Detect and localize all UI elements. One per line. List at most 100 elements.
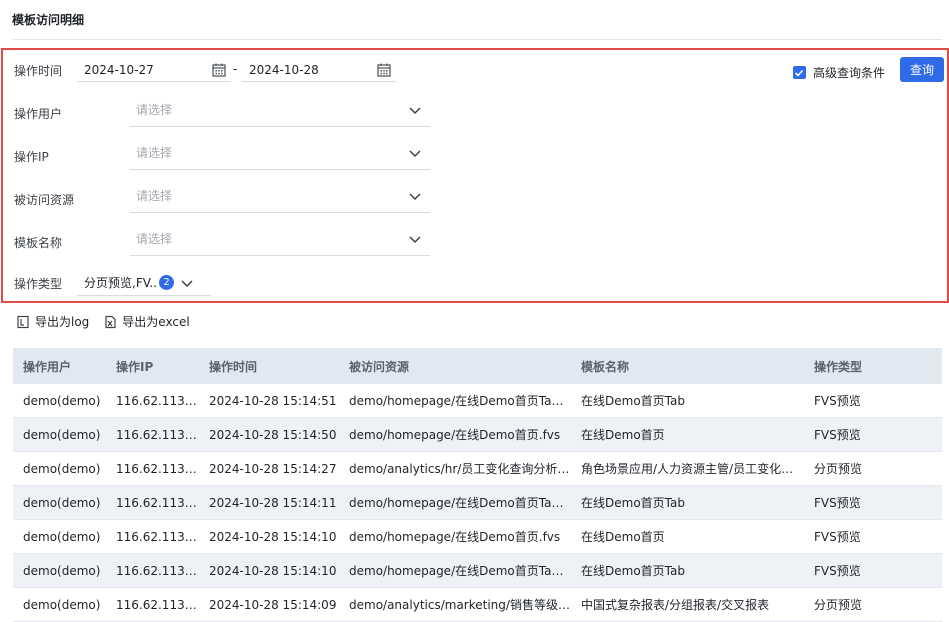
query-button[interactable]: 查询: [900, 57, 944, 82]
title-divider: [12, 39, 942, 40]
table-row[interactable]: demo(demo) 116.62.113.232 2024-10-28 15:14…: [13, 588, 942, 622]
calendar-icon[interactable]: [211, 62, 227, 78]
cell-template: 中国式复杂报表/分组报表/交叉报表: [581, 598, 770, 612]
column-header-user[interactable]: 操作用户: [13, 358, 106, 375]
user-placeholder: 请选择: [136, 103, 173, 117]
cell-ip: 116.62.113.232: [116, 529, 199, 544]
export-log-icon: [17, 315, 29, 328]
column-header-resource[interactable]: 被访问资源: [339, 358, 571, 375]
cell-type: FVS预览: [814, 394, 861, 408]
cell-type: FVS预览: [814, 564, 861, 578]
type-value: 分页预览,FV..: [84, 276, 158, 290]
type-select[interactable]: 分页预览,FV.. 2: [77, 270, 211, 296]
cell-time: 2024-10-28 15:14:50: [209, 427, 337, 442]
cell-user: demo(demo): [23, 427, 101, 442]
chevron-down-icon: [409, 235, 421, 243]
access-log-table: 操作用户 操作IP 操作时间 被访问资源 模板名称 操作类型 demo(demo…: [13, 348, 942, 622]
export-log-label: 导出为log: [35, 315, 90, 329]
cell-template: 在线Demo首页: [581, 530, 665, 544]
start-date-field[interactable]: 2024-10-27: [77, 58, 231, 82]
time-label: 操作时间: [14, 63, 63, 78]
cell-ip: 116.62.113.232: [116, 597, 199, 612]
cell-ip: 116.62.113.232: [116, 461, 199, 476]
chevron-down-icon: [409, 106, 421, 114]
check-icon: [795, 69, 804, 77]
cell-user: demo(demo): [23, 461, 101, 476]
cell-time: 2024-10-28 15:14:11: [209, 495, 337, 510]
cell-resource: demo/homepage/在线Demo首页Tab.fvs: [349, 564, 571, 578]
column-header-time[interactable]: 操作时间: [199, 358, 339, 375]
column-header-template[interactable]: 模板名称: [571, 358, 804, 375]
cell-time: 2024-10-28 15:14:27: [209, 461, 337, 476]
column-header-ip[interactable]: 操作IP: [106, 358, 199, 375]
end-date-field[interactable]: 2024-10-28: [242, 58, 396, 82]
template-select[interactable]: 请选择: [130, 222, 430, 256]
filter-row-type: 操作类型 分页预览,FV.. 2: [14, 270, 234, 296]
date-separator: -: [233, 62, 238, 76]
cell-resource: demo/homepage/在线Demo首页.fvs: [349, 428, 561, 442]
cell-ip: 116.62.113.232: [116, 495, 199, 510]
cell-resource: demo/analytics/hr/员工变化查询分析.cpt: [349, 462, 571, 476]
advanced-query-toggle[interactable]: 高级查询条件: [792, 64, 885, 81]
export-log-button[interactable]: 导出为log: [16, 313, 89, 330]
cell-time: 2024-10-28 15:14:51: [209, 393, 337, 408]
table-row[interactable]: demo(demo) 116.62.113.232 2024-10-28 15:14…: [13, 554, 942, 588]
cell-user: demo(demo): [23, 393, 101, 408]
cell-type: 分页预览: [814, 462, 863, 476]
user-select[interactable]: 请选择: [130, 93, 430, 127]
cell-type: FVS预览: [814, 428, 861, 442]
ip-select[interactable]: 请选择: [130, 136, 430, 170]
table-row[interactable]: demo(demo) 116.62.113.232 2024-10-28 15:14…: [13, 452, 942, 486]
cell-resource: demo/homepage/在线Demo首页.fvs: [349, 530, 561, 544]
export-toolbar: 导出为log 导出为excel: [16, 313, 204, 330]
filter-row-user: 操作用户 请选择: [14, 101, 434, 127]
cell-ip: 116.62.113.232: [116, 393, 199, 408]
resource-placeholder: 请选择: [136, 189, 173, 203]
chevron-down-icon: [409, 149, 421, 157]
cell-resource: demo/homepage/在线Demo首页Tab.fvs: [349, 496, 571, 510]
cell-type: FVS预览: [814, 530, 861, 544]
template-label: 模板名称: [14, 235, 63, 250]
resource-select[interactable]: 请选择: [130, 179, 430, 213]
end-date-value: 2024-10-28: [249, 62, 319, 77]
template-placeholder: 请选择: [136, 232, 173, 246]
cell-ip: 116.62.113.232: [116, 427, 199, 442]
cell-template: 角色场景应用/人力资源主管/员工变化查...: [581, 462, 804, 476]
cell-user: demo(demo): [23, 597, 101, 612]
cell-time: 2024-10-28 15:14:10: [209, 529, 337, 544]
user-label: 操作用户: [14, 106, 63, 121]
resource-label: 被访问资源: [14, 192, 75, 207]
table-row[interactable]: demo(demo) 116.62.113.232 2024-10-28 15:14…: [13, 418, 942, 452]
chevron-down-icon: [181, 279, 193, 287]
cell-template: 在线Demo首页Tab: [581, 496, 685, 510]
cell-resource: demo/analytics/marketing/销售等级分...: [349, 598, 571, 612]
cell-template: 在线Demo首页: [581, 428, 665, 442]
type-label: 操作类型: [14, 276, 63, 291]
chevron-down-icon: [409, 192, 421, 200]
advanced-checkbox[interactable]: [792, 66, 806, 79]
table-header: 操作用户 操作IP 操作时间 被访问资源 模板名称 操作类型: [13, 348, 942, 384]
table-row[interactable]: demo(demo) 116.62.113.232 2024-10-28 15:14…: [13, 520, 942, 554]
ip-placeholder: 请选择: [136, 146, 173, 160]
table-row[interactable]: demo(demo) 116.62.113.232 2024-10-28 15:14…: [13, 486, 942, 520]
ip-label: 操作IP: [14, 149, 49, 164]
table-row[interactable]: demo(demo) 116.62.113.232 2024-10-28 15:14…: [13, 384, 942, 418]
cell-time: 2024-10-28 15:14:10: [209, 563, 337, 578]
filter-row-ip: 操作IP 请选择: [14, 144, 434, 170]
cell-template: 在线Demo首页Tab: [581, 564, 685, 578]
cell-ip: 116.62.113.232: [116, 563, 199, 578]
advanced-label: 高级查询条件: [812, 66, 885, 80]
export-excel-button[interactable]: 导出为excel: [103, 313, 190, 330]
selected-count-badge: 2: [159, 275, 175, 290]
filter-row-template: 模板名称 请选择: [14, 230, 434, 256]
export-excel-icon: [105, 315, 116, 328]
cell-resource: demo/homepage/在线Demo首页Tab.fvs: [349, 394, 571, 408]
cell-user: demo(demo): [23, 563, 101, 578]
cell-type: 分页预览: [814, 598, 863, 612]
filter-row-resource: 被访问资源 请选择: [14, 187, 434, 213]
cell-time: 2024-10-28 15:14:09: [209, 597, 337, 612]
calendar-icon[interactable]: [376, 62, 392, 78]
table-body: demo(demo) 116.62.113.232 2024-10-28 15:14…: [13, 384, 942, 622]
column-header-type[interactable]: 操作类型: [804, 358, 942, 375]
cell-type: FVS预览: [814, 496, 861, 510]
